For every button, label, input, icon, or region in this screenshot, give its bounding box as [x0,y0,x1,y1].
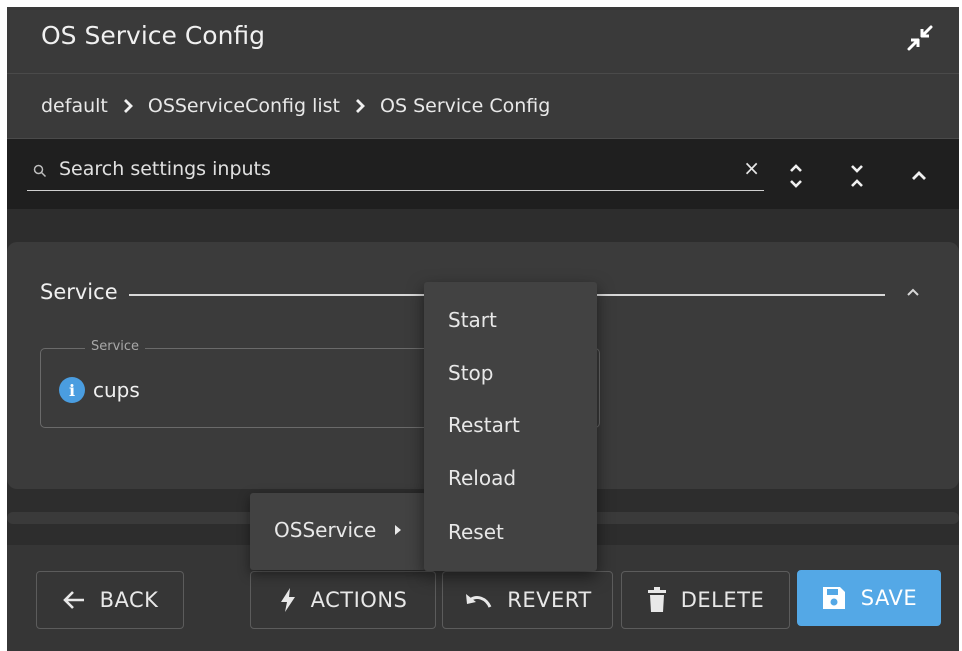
search-field: × [27,150,764,191]
actions-menu: OSService [250,493,426,570]
revert-button-label: REVERT [507,588,592,612]
menu-item-restart[interactable]: Restart [448,413,520,437]
back-button-label: BACK [99,588,159,612]
back-button[interactable]: BACK [36,571,184,629]
save-button-label: SAVE [860,586,918,610]
search-input[interactable] [59,153,719,185]
chevron-up-icon [912,171,926,180]
search-icon [33,164,47,178]
actions-button-label: ACTIONS [310,588,408,612]
clear-search-button[interactable]: × [743,156,760,180]
search-bar: × [7,139,959,209]
section-collapse-button[interactable] [901,280,925,304]
trash-icon [647,587,667,613]
chevron-up-icon [907,288,919,296]
menu-item-start[interactable]: Start [448,308,497,332]
fold-icon [851,165,863,187]
revert-button[interactable]: REVERT [442,571,613,629]
menu-item-osservice[interactable]: OSService [274,518,402,542]
osservice-submenu: Start Stop Restart Reload Reset [424,282,597,571]
collapse-arrows-icon [907,25,933,51]
chevron-right-icon [354,98,366,114]
caret-right-icon [394,524,402,536]
floppy-disk-icon [821,585,847,611]
save-button[interactable]: SAVE [797,570,941,626]
menu-item-reset[interactable]: Reset [448,520,504,544]
undo-icon [463,590,493,610]
unfold-icon [790,164,802,188]
expand-collapse-toggle-button[interactable] [781,161,811,191]
breadcrumb-item-list[interactable]: OSServiceConfig list [148,95,340,117]
menu-item-label: OSService [274,518,377,542]
arrow-left-icon [62,589,86,611]
collapse-button[interactable] [903,21,937,55]
collapse-all-button[interactable] [842,161,872,191]
menu-item-stop[interactable]: Stop [448,361,493,385]
title-bar: OS Service Config [7,7,959,74]
service-field-value: cups [93,378,140,402]
breadcrumb-item-default[interactable]: default [41,95,108,117]
section-title: Service [40,280,118,304]
service-field-label: Service [85,339,146,354]
menu-item-reload[interactable]: Reload [448,466,516,490]
actions-button[interactable]: ACTIONS [250,571,436,629]
breadcrumb-item-current: OS Service Config [380,95,551,117]
breadcrumb: default OSServiceConfig list OS Service … [7,74,959,139]
delete-button[interactable]: DELETE [621,571,790,629]
info-icon[interactable]: i [59,377,85,403]
lightning-icon [279,587,297,613]
collapse-search-button[interactable] [904,161,934,191]
dialog-title: OS Service Config [41,21,266,50]
chevron-right-icon [122,98,134,114]
delete-button-label: DELETE [680,588,765,612]
